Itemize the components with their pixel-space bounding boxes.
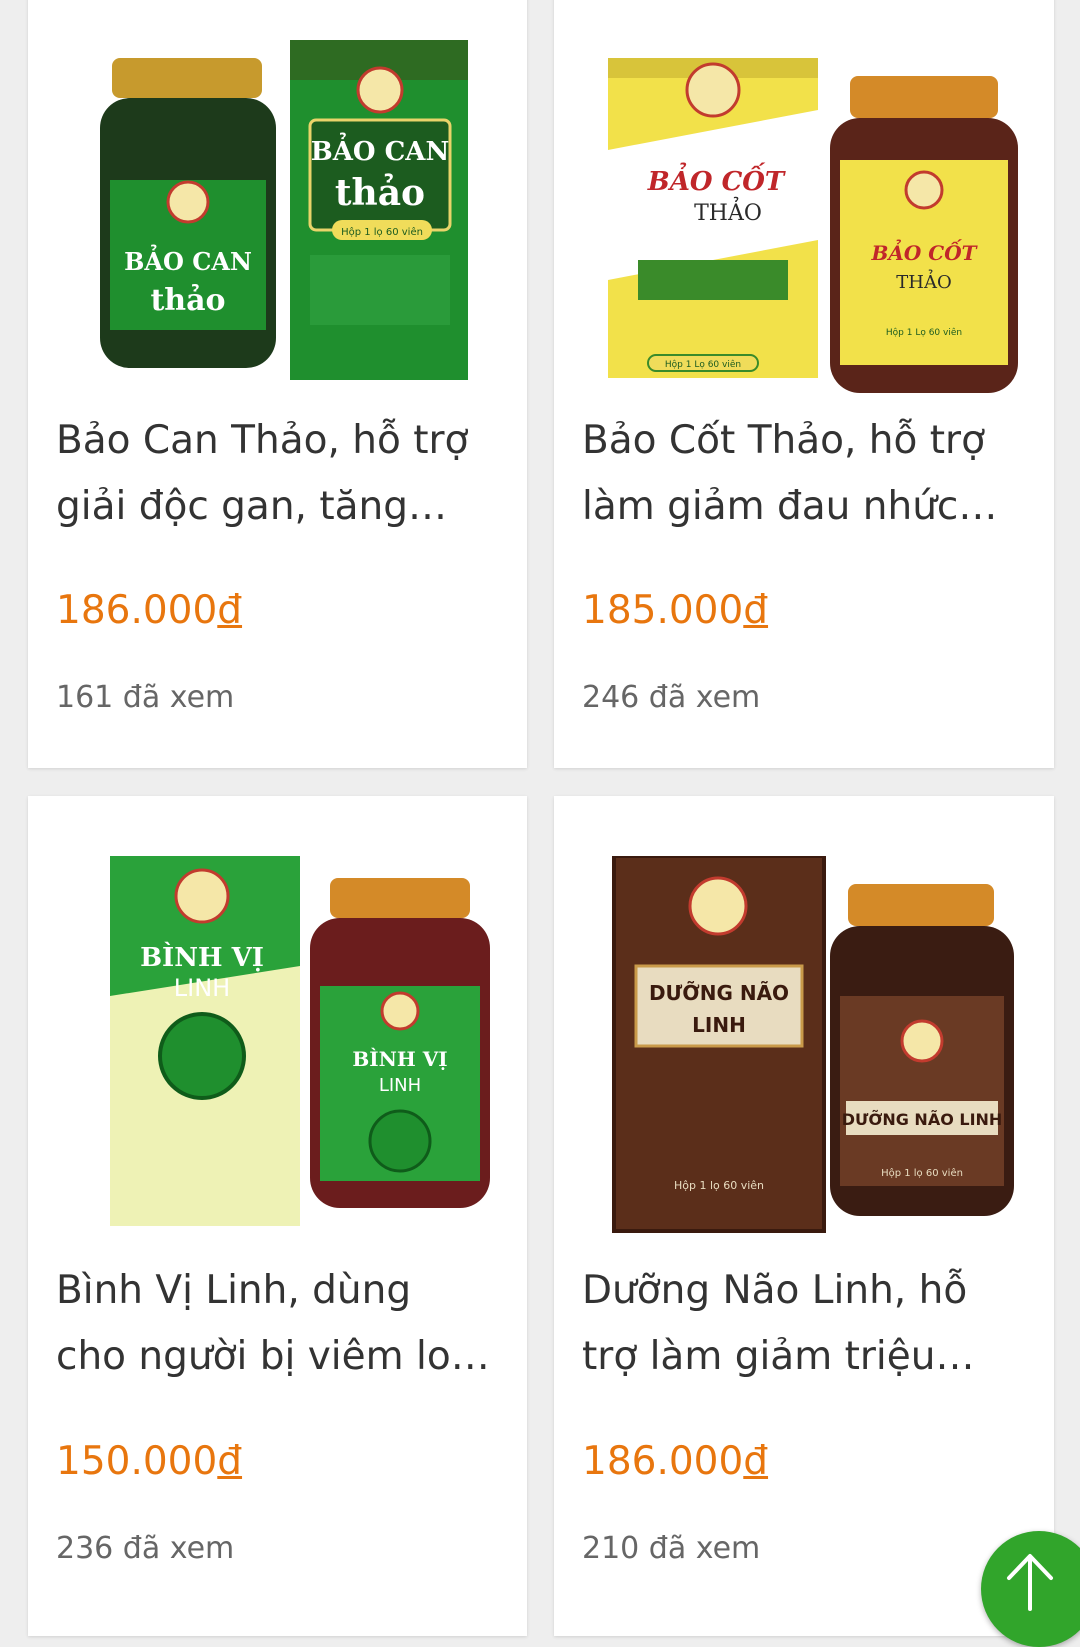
- product-name[interactable]: Bảo Cốt Thảo, hỗ trợ làm giảm đau nhức x…: [582, 408, 1020, 540]
- view-count: 246 đã xem: [582, 680, 761, 715]
- svg-text:LINH: LINH: [692, 1013, 746, 1037]
- svg-text:LINH: LINH: [379, 1075, 421, 1096]
- svg-text:BÌNH VỊ: BÌNH VỊ: [352, 1047, 447, 1071]
- svg-text:Hộp 1 lọ 60 viên: Hộp 1 lọ 60 viên: [341, 226, 423, 238]
- svg-text:Hộp 1 lọ 60 viên: Hộp 1 lọ 60 viên: [674, 1179, 764, 1192]
- svg-text:BẢO CAN: BẢO CAN: [124, 244, 252, 276]
- svg-text:THẢO: THẢO: [694, 196, 762, 226]
- product-name[interactable]: Dưỡng Não Linh, hỗ trợ làm giảm triệu ch…: [582, 1258, 1020, 1390]
- binh-vi-linh-image: BÌNH VỊ LINH BÌNH VỊ LINH: [110, 856, 490, 1226]
- svg-text:Hộp 1 Lọ 60 viên: Hộp 1 Lọ 60 viên: [886, 327, 962, 338]
- product-card[interactable]: BÌNH VỊ LINH BÌNH VỊ LINH Bình Vị Linh, …: [28, 796, 527, 1636]
- product-card[interactable]: BẢO CỐT THẢO Hộp 1 Lọ 60 viên BẢO CỐT TH…: [554, 0, 1054, 768]
- product-image[interactable]: DƯỠNG NÃO LINH Hộp 1 lọ 60 viên DƯỠNG NÃ…: [578, 856, 1030, 1246]
- svg-text:BẢO CỐT: BẢO CỐT: [647, 162, 786, 197]
- svg-text:thảo: thảo: [150, 283, 225, 318]
- product-name[interactable]: Bảo Can Thảo, hỗ trợ giải độc gan, tăng …: [56, 408, 493, 540]
- product-price: 185.000đ: [582, 588, 769, 633]
- product-name[interactable]: Bình Vị Linh, dùng cho người bị viêm loé…: [56, 1258, 493, 1390]
- product-price: 150.000đ: [56, 1439, 243, 1484]
- bao-cot-thao-image: BẢO CỐT THẢO Hộp 1 Lọ 60 viên BẢO CỐT TH…: [608, 58, 1018, 393]
- svg-text:BẢO CỐT: BẢO CỐT: [870, 238, 978, 265]
- svg-text:BẢO CAN: BẢO CAN: [311, 132, 449, 167]
- product-card[interactable]: DƯỠNG NÃO LINH Hộp 1 lọ 60 viên DƯỠNG NÃ…: [554, 796, 1054, 1636]
- svg-text:DƯỠNG NÃO LINH: DƯỠNG NÃO LINH: [842, 1110, 1003, 1129]
- svg-text:DƯỠNG NÃO: DƯỠNG NÃO: [649, 981, 789, 1005]
- product-image[interactable]: BẢO CỐT THẢO Hộp 1 Lọ 60 viên BẢO CỐT TH…: [578, 10, 1030, 400]
- duong-nao-linh-image: DƯỠNG NÃO LINH Hộp 1 lọ 60 viên DƯỠNG NÃ…: [612, 856, 1014, 1233]
- svg-text:THẢO: THẢO: [896, 269, 951, 293]
- product-image[interactable]: BÌNH VỊ LINH BÌNH VỊ LINH: [52, 856, 504, 1246]
- svg-text:Hộp 1 lọ 60 viên: Hộp 1 lọ 60 viên: [881, 1167, 963, 1179]
- svg-text:LINH: LINH: [174, 974, 230, 1002]
- arrow-up-icon: [1007, 1554, 1053, 1611]
- product-price: 186.000đ: [582, 1439, 769, 1484]
- product-card[interactable]: BẢO CAN thảo Hộp 1 lọ 60 viên BẢO CAN th…: [28, 0, 527, 768]
- svg-text:Hộp 1 Lọ 60 viên: Hộp 1 Lọ 60 viên: [665, 359, 741, 370]
- product-image[interactable]: BẢO CAN thảo Hộp 1 lọ 60 viên BẢO CAN th…: [52, 10, 504, 400]
- view-count: 210 đã xem: [582, 1531, 761, 1566]
- product-price: 186.000đ: [56, 588, 243, 633]
- view-count: 161 đã xem: [56, 680, 235, 715]
- bao-can-thao-image: BẢO CAN thảo Hộp 1 lọ 60 viên BẢO CAN th…: [100, 40, 468, 380]
- product-grid: BẢO CAN thảo Hộp 1 lọ 60 viên BẢO CAN th…: [0, 0, 1080, 1636]
- svg-text:BÌNH VỊ: BÌNH VỊ: [140, 941, 264, 973]
- view-count: 236 đã xem: [56, 1531, 235, 1566]
- svg-text:thảo: thảo: [335, 172, 425, 214]
